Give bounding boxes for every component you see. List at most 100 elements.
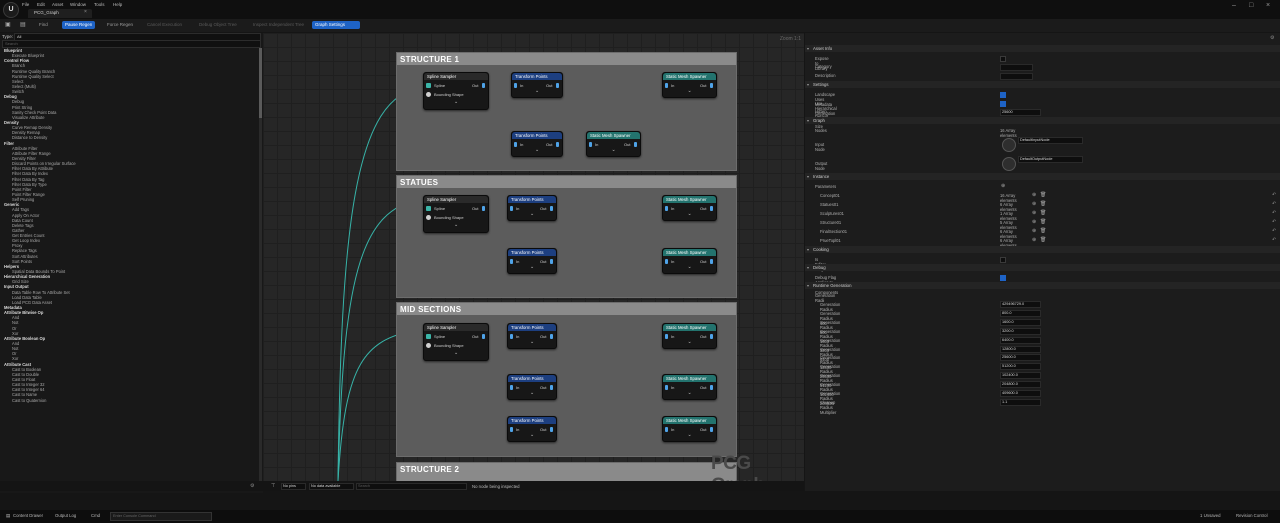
content-drawer-icon[interactable]: ▤: [6, 513, 10, 519]
node-transform[interactable]: Transform Points In Out ⌄: [507, 374, 557, 400]
in-pin-icon[interactable]: [665, 259, 668, 264]
node-spawner[interactable]: Static Mesh Spawner In Out ⌄: [662, 248, 717, 274]
category-field[interactable]: [1000, 64, 1033, 71]
cancel-execution-button[interactable]: Cancel Execution: [144, 21, 185, 29]
reset-icon[interactable]: ↶: [1272, 201, 1276, 207]
unreal-logo-icon[interactable]: U: [3, 2, 19, 18]
graph-canvas[interactable]: Zoom 1:1 STRUCTURE 1 STATUES MID SECTION…: [263, 33, 804, 481]
add-icon[interactable]: ⊕: [1001, 183, 1005, 189]
in-pin-icon[interactable]: [510, 259, 513, 264]
chevron-down-icon[interactable]: ▾: [807, 46, 809, 51]
node-transform[interactable]: Transform Points In Out ⌄: [511, 131, 563, 157]
bounding-pin-icon[interactable]: [426, 215, 431, 220]
spline-pin-icon[interactable]: [426, 206, 431, 211]
output-node-dropdown[interactable]: DefaultOutputNode: [1018, 156, 1083, 163]
expose-to-library-checkbox[interactable]: [1000, 56, 1006, 62]
in-pin-icon[interactable]: [665, 83, 668, 88]
chevron-down-icon[interactable]: ⌄: [530, 390, 534, 396]
out-pin-icon[interactable]: [550, 206, 553, 211]
section-debug[interactable]: Debug: [805, 264, 1280, 271]
landscape-uses-metadata-checkbox[interactable]: [1000, 92, 1006, 98]
in-pin-icon[interactable]: [665, 206, 668, 211]
radius-field[interactable]: 429496729.0: [1000, 301, 1041, 308]
spline-pin-icon[interactable]: [426, 83, 431, 88]
description-field[interactable]: [1000, 73, 1033, 80]
pins-dropdown[interactable]: No pins: [281, 483, 306, 490]
out-pin-icon[interactable]: [710, 334, 713, 339]
delete-icon[interactable]: 🗑: [1040, 210, 1046, 216]
node-spawner[interactable]: Static Mesh Spawner In Out ⌄: [662, 374, 717, 400]
chevron-down-icon[interactable]: ⌄: [688, 432, 692, 438]
delete-icon[interactable]: 🗑: [1040, 228, 1046, 234]
input-node-dropdown[interactable]: DefaultInputNode: [1018, 137, 1083, 144]
radius-field[interactable]: 12800.0: [1000, 345, 1041, 353]
add-icon[interactable]: ⊕: [1032, 237, 1036, 243]
node-spawner[interactable]: Static Mesh Spawner In Out ⌄: [662, 416, 717, 442]
in-pin-icon[interactable]: [589, 142, 592, 147]
node-spawner[interactable]: Static Mesh Spawner In Out ⌄: [662, 72, 717, 98]
in-pin-icon[interactable]: [665, 334, 668, 339]
in-pin-icon[interactable]: [665, 385, 668, 390]
out-pin-icon[interactable]: [482, 83, 485, 88]
in-pin-icon[interactable]: [514, 142, 517, 147]
in-pin-icon[interactable]: [510, 334, 513, 339]
chevron-down-icon[interactable]: ⌄: [530, 339, 534, 345]
chevron-down-icon[interactable]: ⌄: [535, 88, 539, 94]
chevron-down-icon[interactable]: ⌄: [530, 264, 534, 270]
radius-field[interactable]: 25600.0: [1000, 354, 1041, 362]
node-transform[interactable]: Transform Points In Out ⌄: [507, 195, 557, 221]
comment-structure-2[interactable]: STRUCTURE 2: [396, 462, 737, 481]
out-pin-icon[interactable]: [550, 427, 553, 432]
radius-field[interactable]: 409600.0: [1000, 390, 1041, 397]
use-hierarchical-generation-checkbox[interactable]: [1000, 101, 1006, 107]
delete-icon[interactable]: 🗑: [1040, 201, 1046, 207]
chevron-down-icon[interactable]: ⌄: [454, 222, 458, 228]
section-instance[interactable]: Instance: [805, 173, 1280, 180]
chevron-down-icon[interactable]: ▾: [807, 118, 809, 123]
node-transform[interactable]: Transform Points In Out ⌄: [507, 416, 557, 442]
add-icon[interactable]: ⊕: [1032, 228, 1036, 234]
add-icon[interactable]: ⊕: [1032, 210, 1036, 216]
out-pin-icon[interactable]: [710, 385, 713, 390]
details-settings-icon[interactable]: ⚙: [1270, 35, 1274, 41]
palette-item[interactable]: Cast to Quaternion: [2, 398, 258, 403]
comment-structure-1[interactable]: STRUCTURE 1: [396, 52, 737, 171]
add-icon[interactable]: ⊕: [1032, 219, 1036, 225]
chevron-down-icon[interactable]: ⌄: [688, 390, 692, 396]
delete-icon[interactable]: 🗑: [1040, 219, 1046, 225]
radius-field[interactable]: 102400.0: [1000, 372, 1041, 380]
radius-field[interactable]: 800.0: [1000, 309, 1041, 317]
chevron-down-icon[interactable]: ▾: [807, 174, 809, 179]
menu-edit[interactable]: Edit: [37, 2, 45, 7]
menu-file[interactable]: File: [22, 2, 29, 7]
radius-field[interactable]: 6400.0: [1000, 336, 1041, 344]
chevron-down-icon[interactable]: ▾: [807, 283, 809, 288]
reset-icon[interactable]: ↶: [1272, 228, 1276, 234]
close-icon[interactable]: ×: [1266, 2, 1270, 9]
node-sampler[interactable]: Spline Sampler Spline Bounding Shape Out ⌄: [423, 323, 489, 361]
debug-object-tree-button[interactable]: Debug Object Tree: [196, 21, 240, 29]
tab-close-icon[interactable]: ×: [84, 9, 87, 15]
radius-field[interactable]: 1.1: [1000, 398, 1041, 406]
is-editor-only-checkbox[interactable]: [1000, 257, 1006, 263]
delete-icon[interactable]: 🗑: [1040, 192, 1046, 198]
out-pin-icon[interactable]: [482, 334, 485, 339]
chevron-down-icon[interactable]: ⌄: [612, 147, 616, 153]
find-button[interactable]: Find: [36, 21, 51, 29]
chevron-down-icon[interactable]: ▾: [807, 247, 809, 252]
comment-statues[interactable]: STATUES: [396, 175, 737, 298]
out-pin-icon[interactable]: [710, 427, 713, 432]
in-pin-icon[interactable]: [510, 206, 513, 211]
section-settings[interactable]: Settings: [805, 81, 1280, 88]
out-pin-icon[interactable]: [634, 142, 637, 147]
reset-icon[interactable]: ↶: [1272, 219, 1276, 225]
node-transform[interactable]: Transform Points In Out ⌄: [507, 323, 557, 349]
graph-settings-button[interactable]: Graph Settings: [312, 21, 360, 29]
chevron-down-icon[interactable]: ▾: [807, 82, 809, 87]
chevron-down-icon[interactable]: ⌄: [454, 99, 458, 105]
out-pin-icon[interactable]: [556, 83, 559, 88]
grid-size-dropdown[interactable]: 25600: [1000, 109, 1041, 116]
inspect-independent-tree-button[interactable]: Inspect Independent Tree: [250, 21, 307, 29]
node-sampler[interactable]: Spline Sampler Spline Bounding Shape Out ⌄: [423, 195, 489, 233]
debug-flag-checkbox[interactable]: [1000, 275, 1006, 281]
